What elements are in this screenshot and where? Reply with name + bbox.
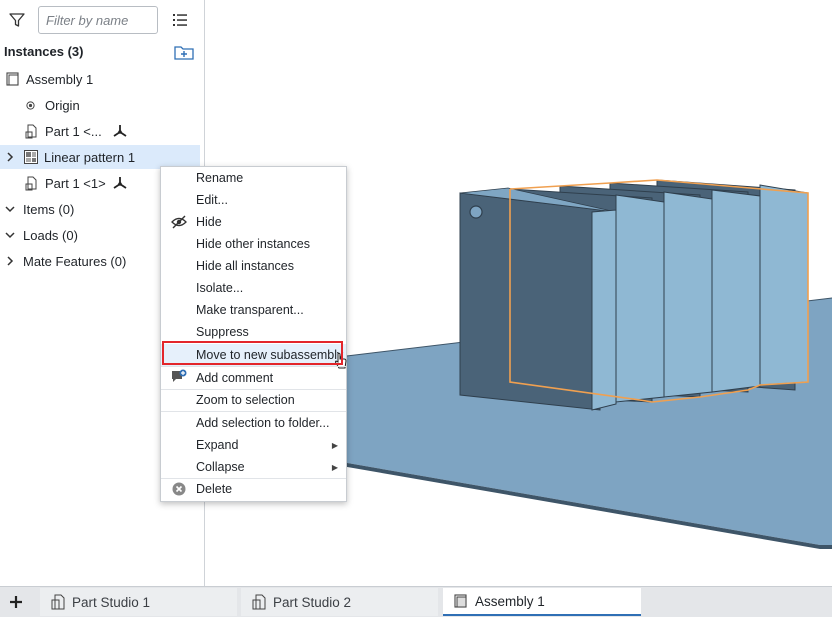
menu-item-label: Collapse	[196, 460, 245, 474]
tree-item-label: Items (0)	[23, 201, 75, 217]
tree-item-origin[interactable]: Origin	[0, 93, 200, 117]
menu-item-label: Isolate...	[196, 281, 244, 295]
tab-label: Assembly 1	[475, 593, 545, 609]
add-folder-icon[interactable]	[174, 44, 194, 60]
filter-toolbar	[0, 0, 204, 40]
menu-item-label: Expand	[196, 438, 239, 452]
menu-item-label: Rename	[196, 171, 244, 185]
menu-item-add-comment[interactable]: Add comment	[161, 367, 346, 389]
tab-label: Part Studio 1	[72, 594, 151, 610]
menu-item-hide-other-instances[interactable]: Hide other instances	[161, 233, 346, 255]
mate-connector-icon	[113, 125, 127, 137]
tree-item-label: Loads (0)	[23, 227, 78, 243]
tree-item-label: Linear pattern 1	[44, 149, 136, 165]
tab-assembly-1[interactable]: Assembly 1	[443, 588, 641, 616]
part-icon	[25, 124, 37, 139]
menu-item-edit[interactable]: Edit...	[161, 189, 346, 211]
highlight-annotation-box	[162, 341, 343, 365]
menu-item-hide[interactable]: Hide	[161, 211, 346, 233]
menu-item-rename[interactable]: Rename	[161, 167, 346, 189]
list-view-icon[interactable]	[172, 12, 188, 28]
chevron-right-icon[interactable]	[5, 256, 15, 266]
context-menu: Rename Edit... Hide Hide other instances…	[160, 166, 347, 502]
tab-part-studio-2[interactable]: Part Studio 2	[241, 588, 438, 616]
submenu-arrow-icon: ▶	[331, 462, 338, 472]
menu-item-delete[interactable]: Delete	[161, 478, 346, 500]
comment-plus-icon	[172, 369, 187, 382]
menu-item-expand[interactable]: Expand ▶	[161, 434, 346, 456]
menu-item-isolate[interactable]: Isolate...	[161, 277, 346, 299]
tree-item-part-1[interactable]: Part 1 <...	[0, 119, 200, 143]
menu-item-label: Add comment	[196, 371, 274, 385]
menu-item-label: Add selection to folder...	[196, 416, 330, 430]
assembly-icon	[454, 594, 467, 608]
menu-item-suppress[interactable]: Suppress	[161, 321, 346, 343]
mate-connector-icon	[113, 177, 127, 189]
part-studio-icon	[252, 594, 266, 610]
tab-part-studio-1[interactable]: Part Studio 1	[40, 588, 237, 616]
menu-item-label: Zoom to selection	[196, 393, 295, 407]
menu-item-make-transparent[interactable]: Make transparent...	[161, 299, 346, 321]
instances-header: Instances (3)	[4, 44, 84, 59]
assembly-icon	[6, 72, 19, 86]
menu-item-label: Edit...	[196, 193, 228, 207]
menu-item-label: Hide all instances	[196, 259, 294, 273]
linear-pattern-icon	[24, 150, 38, 164]
tab-label: Part Studio 2	[273, 594, 352, 610]
eye-slash-icon	[171, 215, 187, 229]
menu-item-zoom-to-selection[interactable]: Zoom to selection	[161, 389, 346, 411]
tree-item-label: Part 1 <...	[45, 123, 102, 139]
origin-icon	[26, 100, 35, 110]
plus-icon	[10, 596, 22, 608]
menu-item-label: Delete	[196, 482, 233, 496]
part-studio-icon	[51, 594, 65, 610]
menu-item-label: Hide other instances	[196, 237, 310, 251]
chevron-down-icon[interactable]	[5, 204, 15, 214]
menu-item-add-selection-to-folder[interactable]: Add selection to folder...	[161, 412, 346, 434]
tree-item-label: Part 1 <1>	[45, 175, 106, 191]
menu-item-collapse[interactable]: Collapse ▶	[161, 456, 346, 478]
submenu-arrow-icon: ▶	[331, 440, 338, 450]
menu-item-label: Make transparent...	[196, 303, 304, 317]
part-icon	[25, 176, 37, 191]
menu-item-label: Hide	[196, 215, 222, 229]
add-tab-button[interactable]	[0, 588, 32, 616]
tree-item-label: Mate Features (0)	[23, 253, 127, 269]
tree-item-label: Assembly 1	[26, 71, 94, 87]
chevron-right-icon[interactable]	[5, 152, 15, 162]
chevron-down-icon[interactable]	[5, 230, 15, 240]
menu-item-hide-all-instances[interactable]: Hide all instances	[161, 255, 346, 277]
filter-input[interactable]	[38, 6, 158, 34]
menu-item-label: Suppress	[196, 325, 249, 339]
tree-item-assembly[interactable]: Assembly 1	[0, 67, 200, 91]
tree-item-label: Origin	[45, 97, 80, 113]
filter-icon[interactable]	[8, 11, 26, 29]
delete-circle-icon	[172, 482, 186, 496]
